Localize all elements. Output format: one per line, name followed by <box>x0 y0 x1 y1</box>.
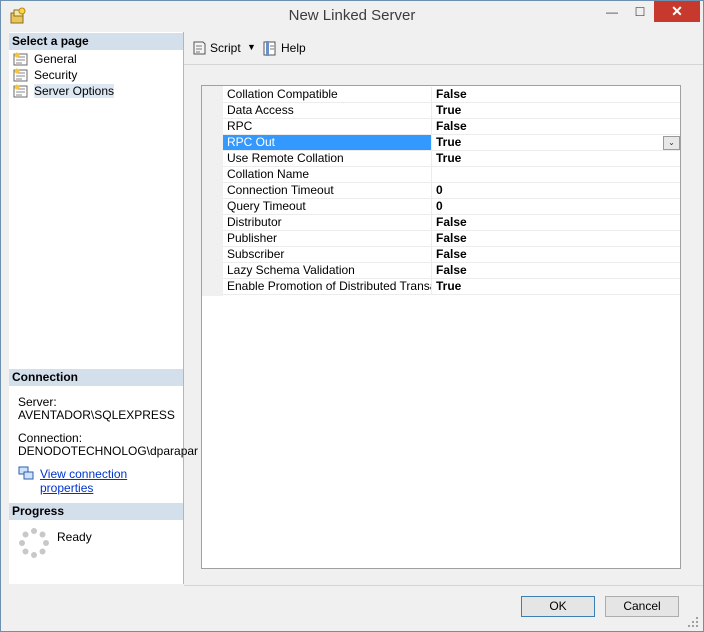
property-value[interactable]: False <box>436 215 467 230</box>
grid-gutter <box>202 86 223 296</box>
property-grid: Collation Compatible False Data Access T… <box>201 85 681 569</box>
page-item-label: Server Options <box>34 84 115 98</box>
page-icon <box>13 68 28 82</box>
property-name: Collation Compatible <box>223 87 432 102</box>
property-dropdown-button[interactable]: ⌄ <box>663 136 680 150</box>
page-item-label: General <box>34 52 77 66</box>
left-pane: Select a page General Security Server Op… <box>9 32 198 584</box>
property-name: Query Timeout <box>223 199 432 214</box>
property-name: RPC Out <box>223 135 432 150</box>
property-name: Connection Timeout <box>223 183 432 198</box>
title-bar[interactable]: New Linked Server — ☐ ✕ <box>1 1 703 32</box>
script-label: Script <box>210 41 241 55</box>
property-row-collation-name[interactable]: Collation Name <box>223 167 680 183</box>
property-row-collation-compatible[interactable]: Collation Compatible False <box>223 87 680 103</box>
property-row-enable-promotion[interactable]: Enable Promotion of Distributed Transact… <box>223 279 680 295</box>
property-row-connection-timeout[interactable]: Connection Timeout 0 <box>223 183 680 199</box>
resize-grip-icon[interactable] <box>686 615 700 629</box>
property-value[interactable]: True <box>436 103 461 118</box>
property-value[interactable]: True <box>436 151 461 166</box>
script-button[interactable]: Script <box>191 40 241 56</box>
property-row-lazy-schema-validation[interactable]: Lazy Schema Validation False <box>223 263 680 279</box>
button-bar: OK Cancel <box>184 585 703 631</box>
script-icon <box>193 41 206 55</box>
page-icon <box>13 52 28 66</box>
property-row-query-timeout[interactable]: Query Timeout 0 <box>223 199 680 215</box>
progress-header: Progress <box>9 503 183 520</box>
ok-button[interactable]: OK <box>521 596 595 617</box>
help-icon <box>263 41 276 56</box>
property-row-distributor[interactable]: Distributor False <box>223 215 680 231</box>
property-value[interactable]: False <box>436 231 467 246</box>
page-item-server-options[interactable]: Server Options <box>13 83 115 99</box>
property-value[interactable]: False <box>436 263 467 278</box>
progress-spinner-icon <box>19 528 49 558</box>
server-label: Server: <box>18 395 57 409</box>
property-row-rpc[interactable]: RPC False <box>223 119 680 135</box>
property-value[interactable]: False <box>436 119 467 134</box>
property-row-data-access[interactable]: Data Access True <box>223 103 680 119</box>
connection-properties-icon <box>18 466 34 480</box>
property-name: Data Access <box>223 103 432 118</box>
property-value[interactable]: True <box>436 135 461 150</box>
property-name: Lazy Schema Validation <box>223 263 432 278</box>
property-row-publisher[interactable]: Publisher False <box>223 231 680 247</box>
page-icon <box>13 84 28 98</box>
page-item-security[interactable]: Security <box>13 67 77 83</box>
property-value[interactable]: 0 <box>436 183 443 198</box>
property-name: RPC <box>223 119 432 134</box>
property-row-rpc-out[interactable]: RPC Out True ⌄ <box>223 135 680 151</box>
page-item-general[interactable]: General <box>13 51 77 67</box>
connection-header: Connection <box>9 369 183 386</box>
property-name: Use Remote Collation <box>223 151 432 166</box>
close-button[interactable]: ✕ <box>654 1 700 22</box>
property-row-subscriber[interactable]: Subscriber False <box>223 247 680 263</box>
property-name: Distributor <box>223 215 432 230</box>
server-value: AVENTADOR\SQLEXPRESS <box>18 408 175 422</box>
minimize-button[interactable]: — <box>599 1 625 22</box>
property-value[interactable]: 0 <box>436 199 443 214</box>
progress-status: Ready <box>57 530 92 544</box>
property-name: Enable Promotion of Distributed Transact… <box>223 279 432 294</box>
page-item-label: Security <box>34 68 78 82</box>
connection-label: Connection: <box>18 431 83 445</box>
property-value[interactable]: False <box>436 247 467 262</box>
window-title: New Linked Server <box>288 7 416 24</box>
property-name: Publisher <box>223 231 432 246</box>
cancel-button[interactable]: Cancel <box>605 596 679 617</box>
select-page-header: Select a page <box>9 33 183 50</box>
property-value[interactable]: False <box>436 87 467 102</box>
view-connection-properties-link[interactable]: View connection properties <box>40 467 183 495</box>
help-label: Help <box>281 41 306 55</box>
maximize-button[interactable]: ☐ <box>627 1 653 22</box>
property-value[interactable]: True <box>436 279 461 294</box>
property-row-use-remote-collation[interactable]: Use Remote Collation True <box>223 151 680 167</box>
script-dropdown-button[interactable]: ▼ <box>247 42 256 52</box>
help-button[interactable]: Help <box>262 40 306 56</box>
property-name: Collation Name <box>223 167 432 182</box>
connection-value: DENODOTECHNOLOG\dparapar <box>18 444 199 458</box>
toolbar: Script ▼ Help <box>184 32 703 65</box>
new-linked-server-dialog: New Linked Server — ☐ ✕ Select a page Ge… <box>0 0 704 632</box>
property-name: Subscriber <box>223 247 432 262</box>
